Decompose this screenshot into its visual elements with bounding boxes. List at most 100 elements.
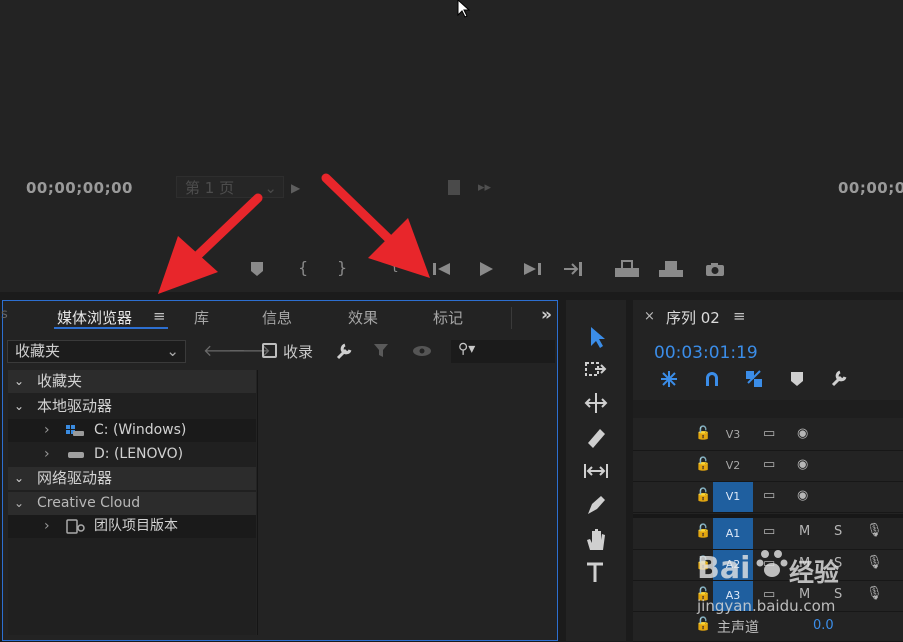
- type-tool-icon[interactable]: [583, 560, 609, 586]
- active-tab-underline: [54, 327, 168, 329]
- export-frame-icon[interactable]: [705, 262, 725, 277]
- wrench-icon[interactable]: [335, 342, 355, 360]
- tab-libraries[interactable]: 库: [194, 307, 209, 328]
- lock-icon[interactable]: 🔓: [695, 488, 711, 503]
- slip-tool-icon[interactable]: [583, 458, 609, 484]
- tree-item-label: D: (LENOVO): [94, 446, 184, 462]
- chevron-right-icon: ›: [44, 446, 50, 462]
- eye-icon[interactable]: ◉: [797, 457, 808, 472]
- solo-button[interactable]: S: [834, 524, 842, 539]
- eye-icon[interactable]: ◉: [797, 488, 808, 503]
- ingest-checkbox[interactable]: [262, 343, 277, 358]
- chevron-right-icon: ›: [44, 518, 50, 534]
- razor-tool-icon[interactable]: [583, 424, 609, 450]
- tree-item-label: 收藏夹: [37, 372, 83, 390]
- lock-icon[interactable]: 🔓: [695, 457, 711, 472]
- tab-effects[interactable]: 效果: [348, 307, 378, 328]
- safe-margin-icon[interactable]: [448, 180, 460, 195]
- microphone-icon[interactable]: 🎙: [866, 586, 883, 601]
- tree-item-creative-cloud[interactable]: ⌄ Creative Cloud: [8, 492, 256, 515]
- hand-tool-icon[interactable]: [583, 526, 609, 552]
- hard-drive-icon: [68, 452, 84, 458]
- watermark-brand: Bai: [697, 551, 751, 586]
- mouse-cursor-icon: [457, 0, 471, 18]
- go-to-out-icon[interactable]: [563, 261, 583, 277]
- track-label[interactable]: V3: [713, 420, 753, 450]
- panel-menu-icon[interactable]: ≡: [733, 307, 746, 325]
- microphone-icon[interactable]: 🎙: [866, 523, 883, 538]
- more-tabs-icon[interactable]: »: [541, 305, 552, 325]
- nest-sequence-icon[interactable]: [660, 370, 678, 388]
- sync-lock-icon[interactable]: ▭: [763, 524, 775, 539]
- current-timecode[interactable]: 00;00;00;00: [26, 179, 133, 197]
- sync-lock-icon[interactable]: ▭: [763, 457, 775, 472]
- tree-item-team-projects[interactable]: › 团队项目版本: [8, 515, 256, 538]
- play-small-icon[interactable]: ▶: [291, 181, 300, 195]
- tree-item-favorites[interactable]: ⌄ 收藏夹: [8, 370, 256, 393]
- sequence-tab[interactable]: 序列 02: [666, 307, 720, 328]
- time-ruler[interactable]: [633, 400, 903, 418]
- red-arrow-right-icon: [321, 173, 430, 278]
- watermark-url: jingyan.baidu.com: [697, 597, 836, 615]
- chevron-right-icon: ›: [44, 422, 50, 438]
- track-label[interactable]: V1: [713, 482, 753, 512]
- program-monitor: [0, 0, 903, 292]
- lock-icon[interactable]: 🔓: [695, 524, 711, 539]
- search-input[interactable]: ⚲▾: [451, 340, 555, 363]
- windows-drive-icon: [66, 425, 84, 436]
- tab-markers[interactable]: 标记: [433, 307, 463, 328]
- file-tree: ⌄ 收藏夹 ⌄ 本地驱动器 › C: (Windows) › D: (LENOV…: [8, 370, 256, 635]
- pen-tool-icon[interactable]: [583, 492, 609, 518]
- chevron-down-icon: ⌄: [166, 342, 179, 360]
- tab-overflow-left[interactable]: s: [1, 307, 8, 322]
- mute-button[interactable]: M: [799, 524, 810, 539]
- tree-item-drive-d[interactable]: › D: (LENOVO): [8, 443, 256, 466]
- timeline-settings-wrench-icon[interactable]: [830, 369, 850, 387]
- track-label[interactable]: V2: [713, 451, 753, 481]
- preview-pane: [257, 370, 556, 635]
- ingest-label: 收录: [283, 343, 314, 361]
- track-v3: 🔓 V3 ▭ ◉: [633, 420, 903, 451]
- lock-icon[interactable]: 🔓: [695, 426, 711, 441]
- search-icon: ⚲▾: [458, 341, 476, 357]
- sync-lock-icon[interactable]: ▭: [763, 488, 775, 503]
- sync-lock-icon[interactable]: ▭: [763, 426, 775, 441]
- sequence-timecode[interactable]: 00:03:01:19: [654, 343, 758, 363]
- tab-info[interactable]: 信息: [262, 307, 292, 328]
- chevron-down-icon: ⌄: [14, 399, 25, 413]
- tab-media-browser[interactable]: 媒体浏览器: [57, 307, 132, 328]
- track-select-tool-icon[interactable]: [583, 357, 609, 383]
- tree-item-label: 本地驱动器: [37, 397, 113, 415]
- panel-menu-icon[interactable]: ≡: [153, 307, 166, 325]
- tree-item-network-drives[interactable]: ⌄ 网络驱动器: [8, 467, 256, 490]
- linked-selection-icon[interactable]: [744, 369, 764, 389]
- tree-item-drive-c[interactable]: › C: (Windows): [8, 419, 256, 442]
- extract-icon[interactable]: [658, 260, 684, 278]
- baidu-watermark: Bai 经验 jingyan.baidu.com: [697, 545, 867, 625]
- close-sequence-icon[interactable]: ×: [644, 309, 655, 324]
- selection-tool-icon[interactable]: [583, 324, 609, 350]
- baidu-paw-icon: [756, 550, 788, 577]
- team-project-icon: [66, 519, 85, 534]
- chevron-down-icon: ⌄: [14, 374, 25, 388]
- microphone-icon[interactable]: 🎙: [866, 555, 883, 570]
- fast-forward-small-icon[interactable]: ▸▸: [478, 180, 491, 195]
- snap-icon[interactable]: [703, 370, 721, 388]
- add-marker-icon[interactable]: [790, 371, 804, 387]
- tree-item-label: Creative Cloud: [37, 495, 141, 511]
- lift-icon[interactable]: [614, 260, 640, 278]
- play-icon[interactable]: [478, 261, 494, 277]
- duration-timecode: 00;00;00: [838, 179, 903, 197]
- tree-item-label: 网络驱动器: [37, 469, 113, 487]
- ripple-edit-tool-icon[interactable]: [583, 390, 609, 416]
- eye-icon[interactable]: ◉: [797, 426, 808, 441]
- tools-panel: [566, 300, 626, 641]
- view-eye-icon[interactable]: [412, 345, 432, 357]
- favorites-select[interactable]: 收藏夹 ⌄: [7, 340, 186, 363]
- red-arrow-left-icon: [158, 193, 263, 294]
- step-forward-icon[interactable]: [523, 262, 541, 276]
- mark-in-icon[interactable]: {: [298, 258, 308, 277]
- filter-icon[interactable]: [373, 343, 391, 359]
- track-v2: 🔓 V2 ▭ ◉: [633, 451, 903, 482]
- tree-item-local-drives[interactable]: ⌄ 本地驱动器: [8, 395, 256, 418]
